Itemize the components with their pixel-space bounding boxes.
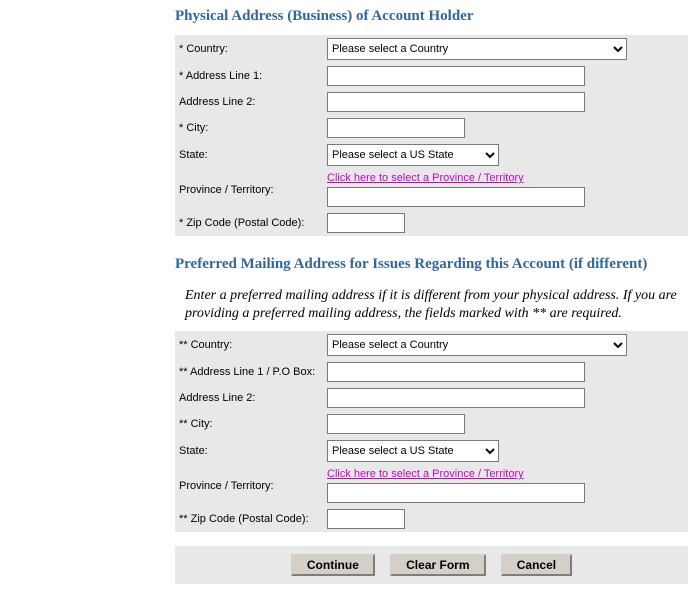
physical-address-heading: Physical Address (Business) of Account H… [175,8,688,25]
mailing-address1-input[interactable] [327,362,585,382]
physical-address2-label: Address Line 2: [175,89,323,115]
clear-form-button[interactable]: Clear Form [390,554,485,576]
physical-city-input[interactable] [327,118,465,138]
mailing-province-link[interactable]: Click here to select a Province / Territ… [327,468,524,480]
mailing-city-label: ** City: [175,411,323,437]
mailing-zip-label: ** Zip Code (Postal Code): [175,506,323,532]
physical-address-form: * Country: Please select a Country * Add… [175,35,688,236]
mailing-address2-label: Address Line 2: [175,385,323,411]
physical-zip-input[interactable] [327,213,405,233]
physical-address1-input[interactable] [327,66,585,86]
button-bar: Continue Clear Form Cancel [175,546,688,584]
mailing-province-label: Province / Territory: [175,465,323,506]
mailing-province-input[interactable] [327,483,585,503]
physical-province-link[interactable]: Click here to select a Province / Territ… [327,172,524,184]
mailing-country-select[interactable]: Please select a Country [327,334,627,356]
mailing-address-form: ** Country: Please select a Country ** A… [175,331,688,532]
mailing-address2-input[interactable] [327,388,585,408]
physical-address2-input[interactable] [327,92,585,112]
mailing-zip-input[interactable] [327,509,405,529]
physical-city-label: * City: [175,115,323,141]
mailing-city-input[interactable] [327,414,465,434]
physical-zip-label: * Zip Code (Postal Code): [175,210,323,236]
mailing-country-label: ** Country: [175,331,323,359]
physical-state-label: State: [175,141,323,169]
physical-address1-label: * Address Line 1: [175,63,323,89]
mailing-address-heading: Preferred Mailing Address for Issues Reg… [175,256,688,273]
physical-country-select[interactable]: Please select a Country [327,38,627,60]
physical-province-input[interactable] [327,187,585,207]
mailing-address1-label: ** Address Line 1 / P.O Box: [175,359,323,385]
physical-country-label: * Country: [175,35,323,63]
continue-button[interactable]: Continue [291,554,375,576]
cancel-button[interactable]: Cancel [501,554,572,576]
mailing-instruction: Enter a preferred mailing address if it … [175,283,688,331]
physical-province-label: Province / Territory: [175,169,323,210]
mailing-state-label: State: [175,437,323,465]
mailing-state-select[interactable]: Please select a US State [327,440,499,462]
physical-state-select[interactable]: Please select a US State [327,144,499,166]
